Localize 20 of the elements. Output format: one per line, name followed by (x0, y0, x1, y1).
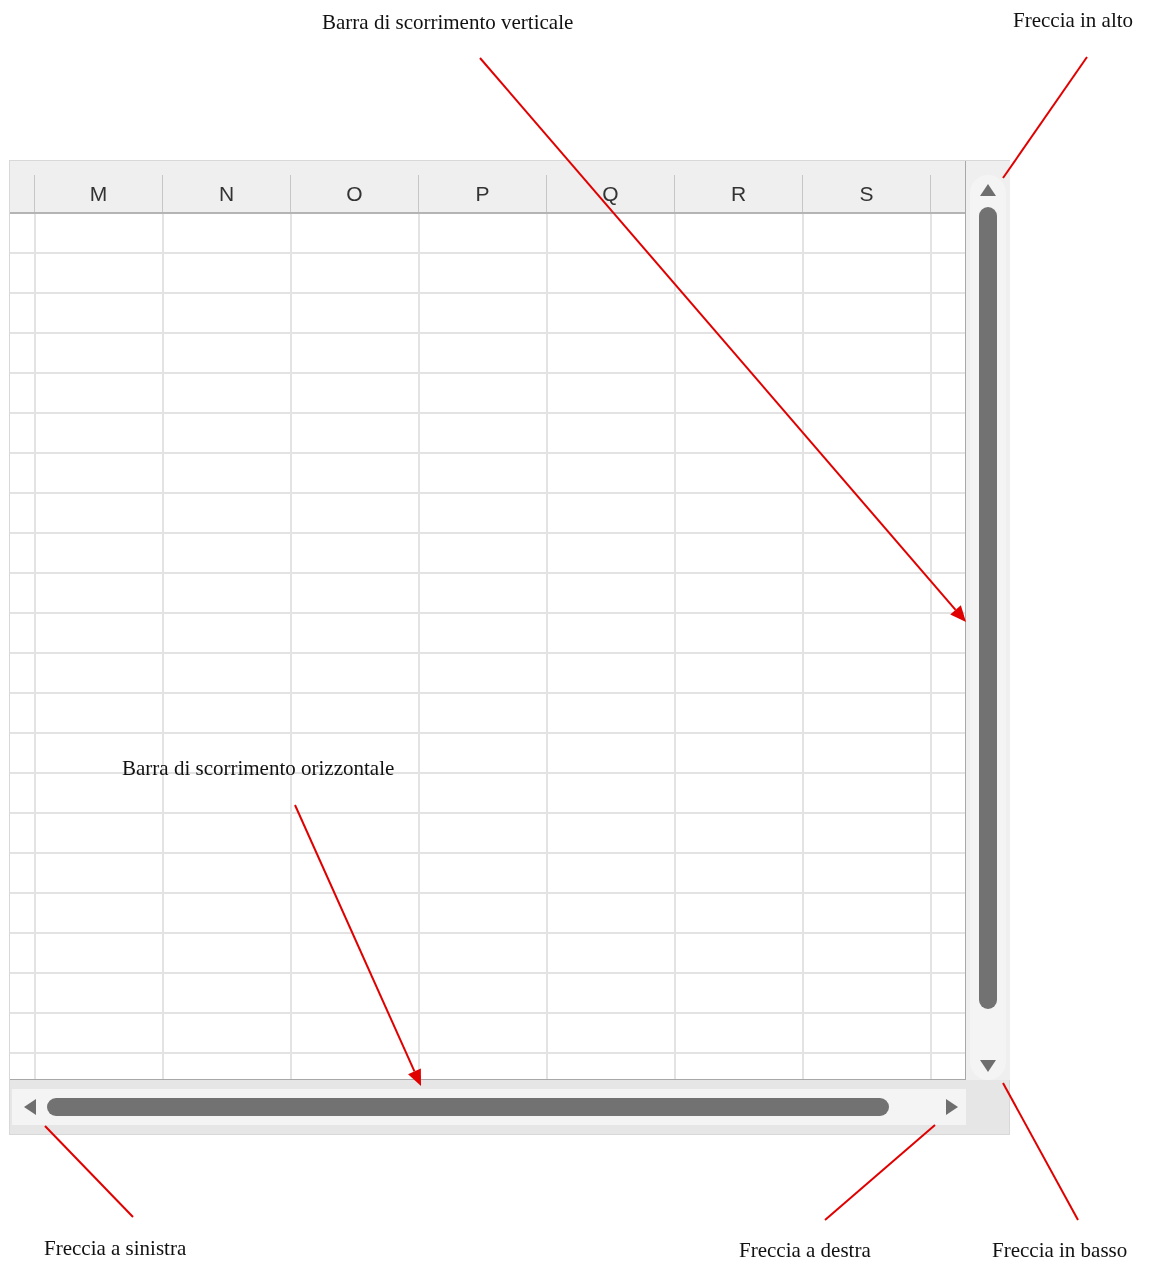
annotation-label: Freccia a destra (739, 1238, 871, 1263)
scroll-thumb[interactable] (979, 207, 997, 1009)
annotation-label: Freccia in basso (992, 1238, 1128, 1263)
vertical-scrollbar[interactable] (966, 161, 1010, 1080)
column-header[interactable]: Q (546, 175, 674, 212)
annotation-label: Freccia in alto (1013, 8, 1134, 33)
column-header[interactable]: N (162, 175, 290, 212)
column-header[interactable]: M (34, 175, 162, 212)
annotation-label: Barra di scorrimento orizzontale (122, 756, 395, 781)
column-header[interactable]: O (290, 175, 418, 212)
column-header[interactable]: P (418, 175, 546, 212)
annotation-label: Barra di scorrimento verticale (322, 10, 574, 35)
up-arrow-icon[interactable] (979, 183, 997, 197)
column-header[interactable]: R (674, 175, 802, 212)
right-arrow-icon[interactable] (945, 1098, 959, 1116)
left-arrow-icon[interactable] (23, 1098, 37, 1116)
down-arrow-icon[interactable] (979, 1059, 997, 1073)
annotation-label: Freccia a sinistra (44, 1236, 187, 1261)
scroll-thumb[interactable] (47, 1098, 889, 1116)
column-header[interactable]: S (802, 175, 930, 212)
